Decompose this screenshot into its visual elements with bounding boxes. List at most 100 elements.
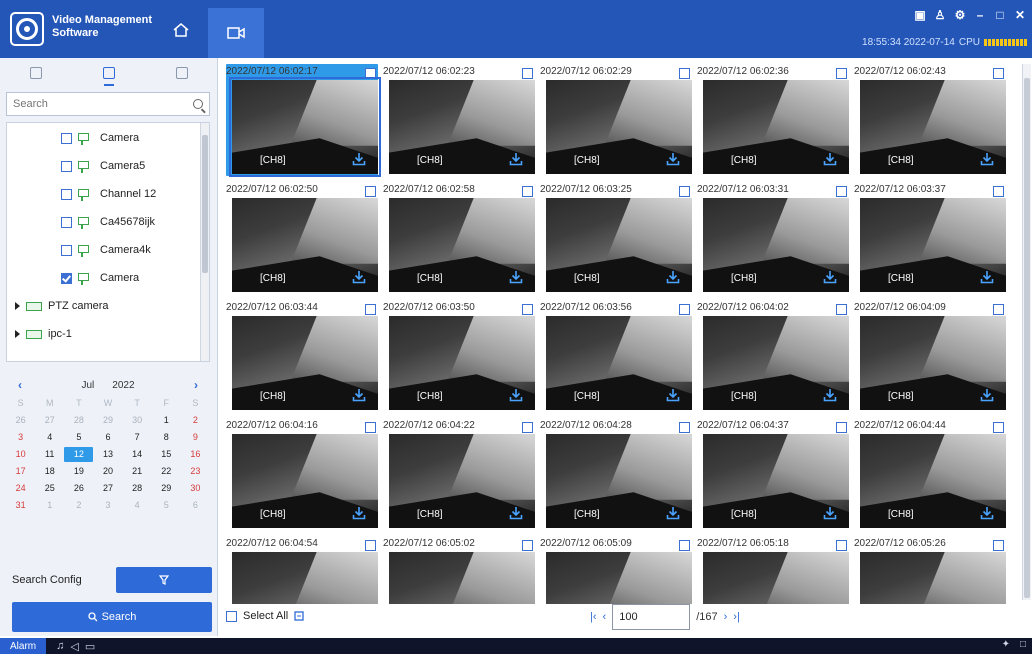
download-icon[interactable]: [352, 152, 366, 166]
calendar-day[interactable]: 29: [152, 481, 181, 496]
snapshot-checkbox[interactable]: [365, 540, 376, 551]
calendar-day[interactable]: 6: [93, 430, 122, 445]
pin-icon[interactable]: ✦: [1002, 639, 1010, 650]
calendar-day[interactable]: 28: [123, 481, 152, 496]
snapshot-checkbox[interactable]: [993, 68, 1004, 79]
snapshot-tile[interactable]: 2022/07/12 06:03:50 [CH8]: [383, 300, 535, 412]
snapshot-image[interactable]: [CH8]: [229, 77, 381, 177]
snapshot-checkbox[interactable]: [836, 422, 847, 433]
search-button[interactable]: Search: [12, 602, 212, 632]
snapshot-image[interactable]: [CH8]: [860, 198, 1006, 292]
calendar-day[interactable]: 13: [93, 447, 122, 462]
snapshot-checkbox[interactable]: [522, 422, 533, 433]
snapshot-tile[interactable]: 2022/07/12 06:05:02 [CH8]: [383, 536, 535, 604]
prev-month-button[interactable]: ‹: [18, 378, 22, 392]
snapshot-checkbox[interactable]: [836, 68, 847, 79]
snapshot-tile[interactable]: 2022/07/12 06:02:17 [CH8]: [226, 64, 381, 177]
calendar-day[interactable]: 14: [123, 447, 152, 462]
snapshot-tile[interactable]: 2022/07/12 06:02:29 [CH8]: [540, 64, 692, 176]
calendar-day[interactable]: 28: [64, 413, 93, 428]
snapshot-checkbox[interactable]: [993, 540, 1004, 551]
camera-checkbox[interactable]: [61, 188, 72, 200]
calendar-day[interactable]: 22: [152, 464, 181, 479]
download-icon[interactable]: [823, 152, 837, 166]
snapshot-tile[interactable]: 2022/07/12 06:04:16 [CH8]: [226, 418, 378, 530]
tree-item[interactable]: Channel 12: [61, 183, 156, 205]
monitor-icon[interactable]: ▭: [85, 640, 95, 653]
snapshot-checkbox[interactable]: [365, 304, 376, 315]
download-icon[interactable]: [352, 506, 366, 520]
tab-video[interactable]: [208, 8, 264, 58]
filter-button[interactable]: [116, 567, 212, 593]
calendar-day[interactable]: 20: [93, 464, 122, 479]
calendar-day[interactable]: 11: [35, 447, 64, 462]
snapshot-tile[interactable]: 2022/07/12 06:05:18 [CH8]: [697, 536, 849, 604]
calendar-day[interactable]: 4: [35, 430, 64, 445]
snapshot-tile[interactable]: 2022/07/12 06:03:31 [CH8]: [697, 182, 849, 294]
tree-item[interactable]: Ca45678ijk: [61, 211, 155, 233]
snapshot-image[interactable]: [CH8]: [860, 316, 1006, 410]
export-icon[interactable]: [294, 611, 304, 621]
calendar-day[interactable]: 3: [6, 430, 35, 445]
last-page-button[interactable]: ›|: [733, 611, 740, 623]
download-icon[interactable]: [980, 152, 994, 166]
download-icon[interactable]: [823, 388, 837, 402]
snapshot-tile[interactable]: 2022/07/12 06:02:36 [CH8]: [697, 64, 849, 176]
snapshot-checkbox[interactable]: [522, 186, 533, 197]
minimize-button[interactable]: –: [974, 8, 986, 22]
tree-item[interactable]: Camera5: [61, 155, 145, 177]
snapshot-checkbox[interactable]: [679, 304, 690, 315]
bell-icon[interactable]: ♫: [56, 640, 64, 653]
download-icon[interactable]: [980, 506, 994, 520]
snapshot-checkbox[interactable]: [993, 304, 1004, 315]
snapshot-image[interactable]: [CH8]: [703, 198, 849, 292]
snapshot-tile[interactable]: 2022/07/12 06:02:58 [CH8]: [383, 182, 535, 294]
snapshot-image[interactable]: [CH8]: [546, 434, 692, 528]
snapshot-tile[interactable]: 2022/07/12 06:04:02 [CH8]: [697, 300, 849, 412]
tab-image-search[interactable]: [73, 58, 146, 88]
tab-other[interactable]: [145, 58, 218, 88]
download-icon[interactable]: [980, 388, 994, 402]
snapshot-tile[interactable]: 2022/07/12 06:05:26 [CH8]: [854, 536, 1006, 604]
snapshot-image[interactable]: [CH8]: [860, 552, 1006, 604]
tree-item[interactable]: Camera4k: [61, 239, 151, 261]
download-icon[interactable]: [666, 388, 680, 402]
snapshot-checkbox[interactable]: [365, 186, 376, 197]
calendar-day[interactable]: 7: [123, 430, 152, 445]
calendar-day[interactable]: 30: [181, 481, 210, 496]
tab-device-list[interactable]: [0, 58, 73, 88]
snapshot-tile[interactable]: 2022/07/12 06:03:56 [CH8]: [540, 300, 692, 412]
camera-checkbox[interactable]: [61, 160, 72, 172]
calendar-day[interactable]: 10: [6, 447, 35, 462]
calendar-day[interactable]: 27: [35, 413, 64, 428]
snapshot-image[interactable]: [CH8]: [232, 552, 378, 604]
grid-scrollbar[interactable]: [1022, 64, 1031, 600]
download-icon[interactable]: [509, 506, 523, 520]
snapshot-image[interactable]: [CH8]: [232, 316, 378, 410]
snapshot-tile[interactable]: 2022/07/12 06:05:09 [CH8]: [540, 536, 692, 604]
search-icon[interactable]: [193, 99, 203, 109]
snapshot-image[interactable]: [CH8]: [389, 80, 535, 174]
calendar-day[interactable]: 24: [6, 481, 35, 496]
snapshot-checkbox[interactable]: [522, 304, 533, 315]
snapshot-image[interactable]: [CH8]: [860, 434, 1006, 528]
calendar-day[interactable]: 15: [152, 447, 181, 462]
download-icon[interactable]: [666, 506, 680, 520]
prev-page-button[interactable]: ‹: [603, 611, 607, 623]
calendar-day[interactable]: 21: [123, 464, 152, 479]
calendar-day[interactable]: 2: [181, 413, 210, 428]
alarm-button[interactable]: Alarm: [0, 638, 47, 654]
snapshot-checkbox[interactable]: [365, 422, 376, 433]
snapshot-checkbox[interactable]: [993, 186, 1004, 197]
snapshot-image[interactable]: [CH8]: [703, 80, 849, 174]
download-icon[interactable]: [352, 270, 366, 284]
download-icon[interactable]: [823, 270, 837, 284]
home-icon[interactable]: [170, 20, 192, 40]
snapshot-tile[interactable]: 2022/07/12 06:04:09 [CH8]: [854, 300, 1006, 412]
snapshot-tile[interactable]: 2022/07/12 06:04:54 [CH8]: [226, 536, 378, 604]
snapshot-image[interactable]: [CH8]: [232, 434, 378, 528]
download-icon[interactable]: [509, 388, 523, 402]
snapshot-image[interactable]: [CH8]: [389, 198, 535, 292]
maximize-button[interactable]: □: [994, 8, 1006, 22]
tree-group[interactable]: PTZ camera: [15, 295, 109, 317]
